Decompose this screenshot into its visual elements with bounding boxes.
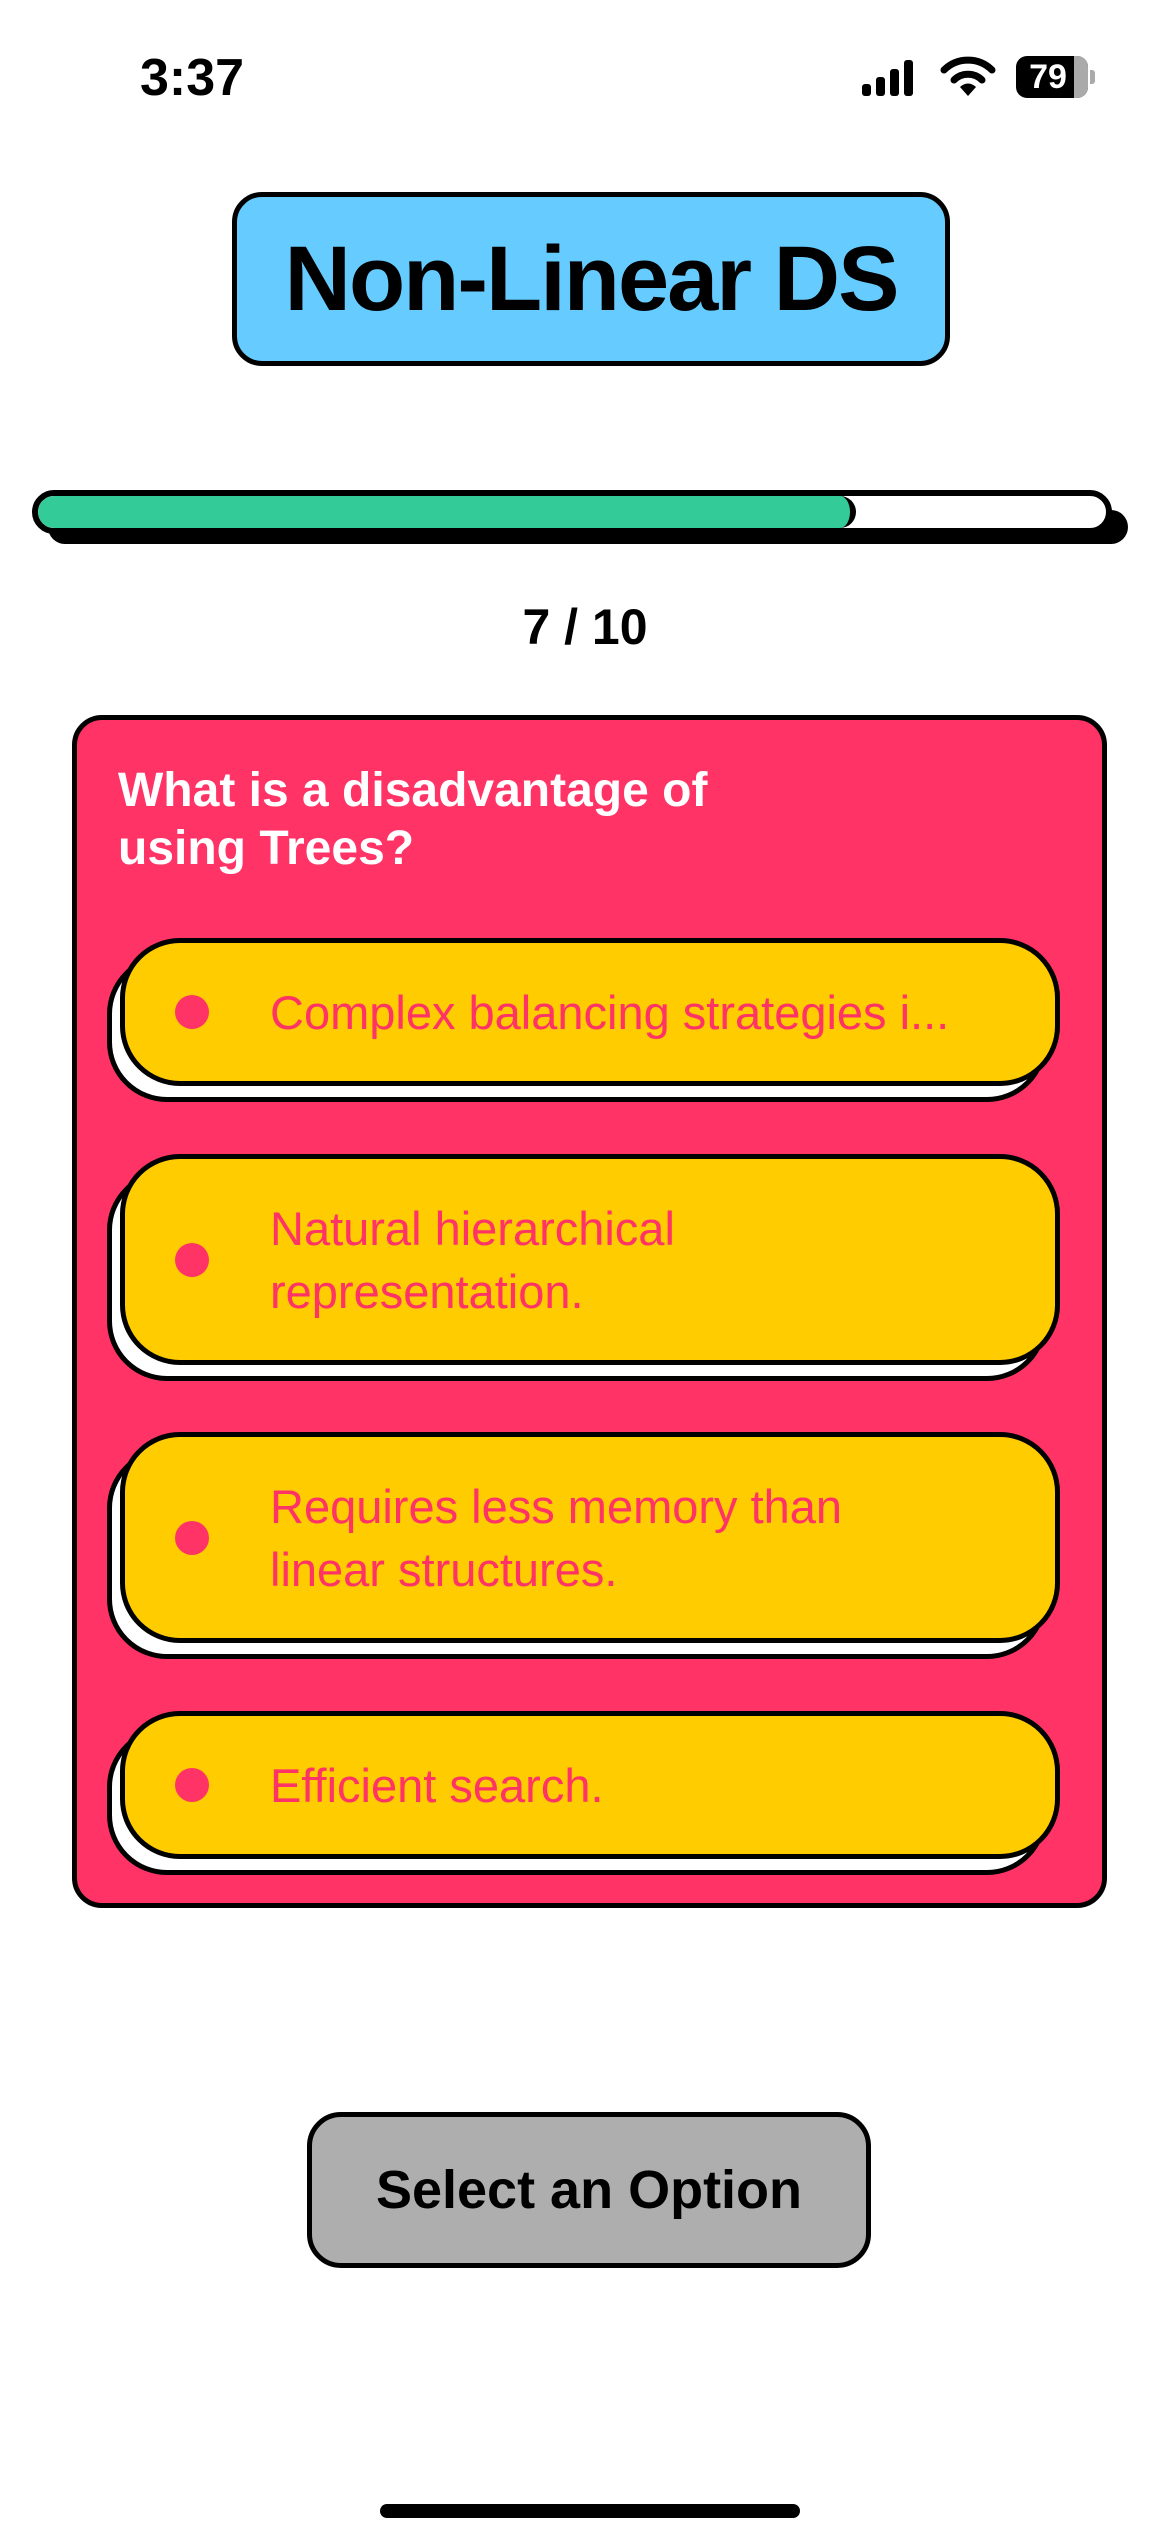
bullet-icon <box>175 1768 209 1802</box>
answer-option-2[interactable]: Natural hierarchical representation. <box>120 1154 1060 1365</box>
question-text: What is a disadvantage of using Trees? <box>118 764 708 875</box>
home-indicator[interactable] <box>380 2504 800 2518</box>
bullet-icon <box>175 995 209 1029</box>
bullet-icon <box>175 1520 209 1555</box>
battery-icon: 79 <box>1016 56 1096 98</box>
option-label: Complex balancing strategies i... <box>270 985 950 1039</box>
option-label: Requires less memory than linear structu… <box>270 1479 843 1596</box>
wifi-icon <box>940 56 996 96</box>
page-title: Non-Linear DS <box>232 192 950 366</box>
option-label: Natural hierarchical representation. <box>270 1201 675 1318</box>
bullet-icon <box>175 1242 209 1277</box>
option-label: Efficient search. <box>270 1758 604 1812</box>
select-option-button[interactable]: Select an Option <box>307 2112 871 2268</box>
cellular-signal-icon <box>862 60 913 96</box>
status-time: 3:37 <box>140 49 245 107</box>
answer-option-1[interactable]: Complex balancing strategies i... <box>120 938 1060 1086</box>
progress-bar <box>32 490 1112 534</box>
battery-level: 79 <box>1029 58 1067 96</box>
answer-option-4[interactable]: Efficient search. <box>120 1711 1060 1859</box>
progress-bar-fill <box>38 496 856 528</box>
question-counter: 7 / 10 <box>522 599 648 655</box>
answer-option-3[interactable]: Requires less memory than linear structu… <box>120 1432 1060 1643</box>
